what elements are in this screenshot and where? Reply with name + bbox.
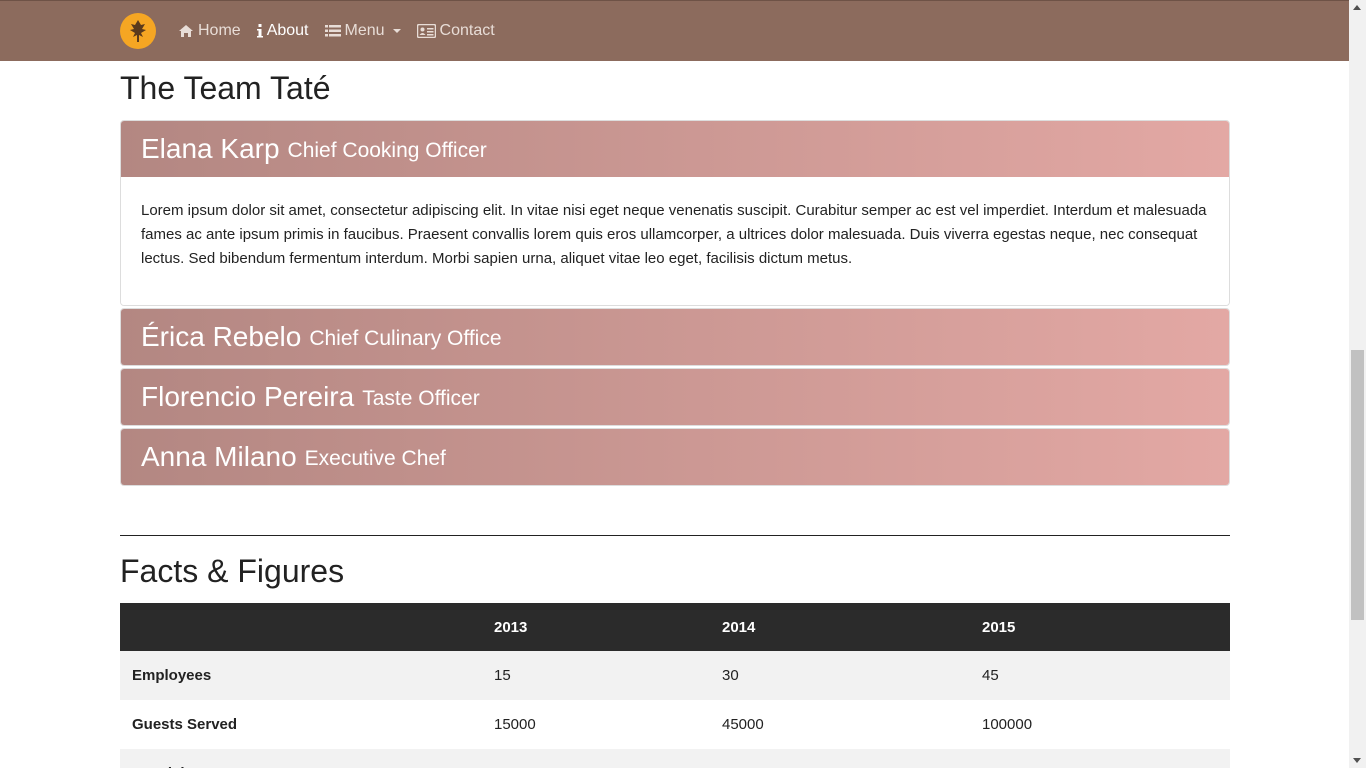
table-cell: 15	[482, 651, 710, 701]
table-header-cell: 2013	[482, 603, 710, 652]
panel-heading-florencio-pereira[interactable]: Florencio Pereira Taste Officer	[121, 369, 1229, 426]
panel-heading-erica-rebelo[interactable]: Érica Rebelo Chief Culinary Office	[121, 309, 1229, 366]
team-member-panel: Érica Rebelo Chief Culinary Office	[120, 308, 1230, 367]
info-icon	[256, 24, 263, 38]
team-title: The Team Taté	[120, 70, 331, 106]
panel-heading-elana-karp[interactable]: Elana Karp Chief Cooking Officer	[121, 121, 1229, 178]
leaf-icon	[130, 20, 146, 42]
row-label: Employees	[120, 651, 482, 701]
scroll-up-icon[interactable]	[1353, 5, 1361, 10]
row-label: Guests Served	[120, 700, 482, 750]
panel-heading-anna-milano[interactable]: Anna Milano Executive Chef	[121, 429, 1229, 486]
table-row: Employees 15 30 45	[120, 651, 1230, 701]
table-cell: 3	[482, 749, 710, 768]
nav-home-label: Home	[198, 22, 241, 39]
nav-about[interactable]: About	[256, 1, 309, 62]
table-row: Special Events 3 20 45	[120, 749, 1230, 768]
team-member-panel: Anna Milano Executive Chef	[120, 428, 1230, 487]
nav-home[interactable]: Home	[178, 1, 241, 62]
facts-title: Facts & Figures	[120, 553, 345, 590]
caret-down-icon	[392, 29, 401, 33]
nav-menu-dropdown[interactable]: Menu	[324, 1, 401, 62]
table-header-row: 2013 2014 2015	[120, 603, 1230, 652]
member-name: Anna Milano	[141, 441, 297, 473]
member-bio: Lorem ipsum dolor sit amet, consectetur …	[121, 177, 1229, 306]
nav-about-label: About	[266, 22, 309, 39]
home-icon	[178, 24, 194, 38]
member-name: Elana Karp	[141, 133, 280, 165]
facts-table: 2013 2014 2015 Employees 15 30 45 Guests…	[120, 603, 1230, 768]
table-cell: 15000	[482, 700, 710, 750]
table-cell: 45	[970, 749, 1230, 768]
member-role: Chief Cooking Officer	[287, 139, 487, 163]
brand-logo[interactable]	[120, 13, 156, 49]
table-cell: 45	[970, 651, 1230, 701]
table-header-cell: 2014	[710, 603, 970, 652]
address-card-icon	[416, 24, 436, 38]
member-role: Chief Culinary Office	[309, 327, 502, 351]
main-content: The Team Taté Elana Karp Chief Cooking O…	[120, 61, 1230, 768]
table-cell: 20	[710, 749, 970, 768]
nav-contact[interactable]: Contact	[416, 1, 495, 62]
row-label: Special Events	[120, 749, 482, 768]
list-icon	[324, 24, 341, 38]
scrollbar-thumb[interactable]	[1351, 350, 1364, 620]
table-cell: 30	[710, 651, 970, 701]
member-role: Taste Officer	[362, 387, 480, 411]
table-cell: 45000	[710, 700, 970, 750]
member-name: Florencio Pereira	[141, 381, 355, 413]
team-member-panel: Elana Karp Chief Cooking Officer Lorem i…	[120, 120, 1230, 307]
table-cell: 100000	[970, 700, 1230, 750]
table-header-cell	[120, 603, 482, 652]
navbar: Home About Menu Contact	[0, 0, 1349, 61]
member-role: Executive Chef	[304, 447, 446, 471]
nav-menu-label: Menu	[344, 22, 385, 39]
team-member-panel: Florencio Pereira Taste Officer	[120, 368, 1230, 427]
table-header-cell: 2015	[970, 603, 1230, 652]
table-row: Guests Served 15000 45000 100000	[120, 700, 1230, 750]
nav-contact-label: Contact	[439, 22, 495, 39]
section-divider	[120, 535, 1230, 537]
member-name: Érica Rebelo	[141, 321, 302, 353]
page-scrollbar[interactable]	[1349, 0, 1366, 768]
scroll-down-icon[interactable]	[1353, 758, 1361, 763]
